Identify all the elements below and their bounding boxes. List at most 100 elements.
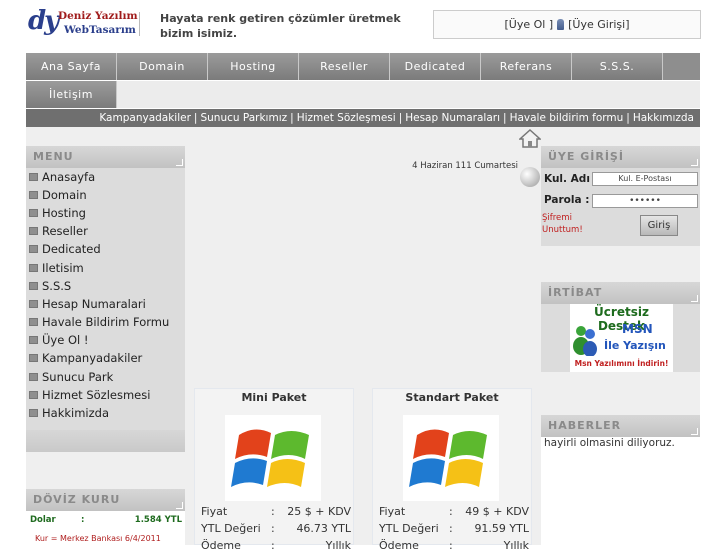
ytl-value: 46.73 YTL [296, 522, 351, 535]
sublink-hesap[interactable]: Hesap Numaraları [405, 112, 500, 124]
ytl-key: YTL Değeri [379, 522, 439, 535]
login-button[interactable]: Giriş [640, 215, 678, 236]
menu-item-dedicated[interactable]: Dedicated [29, 242, 101, 256]
nav-reseller[interactable]: Reseller [299, 53, 390, 80]
payment-colon: : [271, 539, 275, 552]
side-menu: Anasayfa Domain Hosting Reseller Dedicat… [26, 168, 185, 430]
sublink-separator: | [290, 112, 294, 124]
menu-item-label: Hesap Numaralari [42, 297, 146, 311]
price-key: Fiyat [379, 505, 406, 518]
payment-value: Yıllık [503, 539, 529, 552]
nav-domain[interactable]: Domain [117, 53, 208, 80]
sublink-kampanya[interactable]: Kampanyadakiler [99, 112, 191, 124]
price-value: 25 $ + KDV [287, 505, 351, 518]
menu-item-label: Hakkimizda [42, 406, 109, 420]
menu-item-label: Sunucu Park [42, 370, 114, 384]
slogan: Hayata renk getiren çözümler üretmek biz… [160, 12, 401, 40]
home-icon[interactable] [519, 128, 541, 148]
bullet-icon [29, 336, 38, 344]
menu-item-hakkimizda[interactable]: Hakkimizda [29, 406, 109, 420]
doviz-note: Kur = Merkez Bankası 6/4/2011 [35, 534, 161, 543]
menu-item-anasayfa[interactable]: Anasayfa [29, 170, 95, 184]
password-input[interactable]: •••••• [592, 194, 698, 208]
bullet-icon [29, 173, 38, 181]
ytl-value: 91.59 YTL [474, 522, 529, 535]
msn-line3: İle Yazışın [604, 339, 666, 352]
login-title: ÜYE GİRİŞİ [541, 146, 700, 168]
bullet-icon [29, 391, 38, 399]
menu-item-label: Hizmet Sözlesmesi [42, 388, 151, 402]
payment-key: Ödeme [379, 539, 419, 552]
register-link[interactable]: [Üye Ol ] [505, 18, 554, 31]
sublink-separator: | [398, 112, 403, 124]
menu-item-sss[interactable]: S.S.S [29, 279, 71, 293]
doviz-label: Dolar [30, 515, 56, 525]
menu-item-kampanya[interactable]: Kampanyadakiler [29, 351, 142, 365]
menu-item-reseller[interactable]: Reseller [29, 224, 88, 238]
doviz-colon: : [81, 515, 85, 525]
nav-referans[interactable]: Referans [481, 53, 572, 80]
nav-iletisim[interactable]: İletişim [26, 81, 117, 108]
doviz-title: DÖVİZ KURU [26, 489, 185, 511]
payment-colon: : [449, 539, 453, 552]
windows-logo-icon [225, 415, 321, 501]
sublink-havale[interactable]: Havale bildirim formu [510, 112, 624, 124]
price-value: 49 $ + KDV [465, 505, 529, 518]
doviz-box: Dolar : 1.584 YTL Kur = Merkez Bankası 6… [26, 511, 185, 545]
nav-sss[interactable]: S.S.S. [572, 53, 663, 80]
menu-item-havale[interactable]: Havale Bildirim Formu [29, 315, 169, 329]
bullet-icon [29, 300, 38, 308]
news-title: HABERLER [541, 415, 700, 437]
msn-line2: MSN [622, 322, 653, 336]
sublink-hizmet[interactable]: Hizmet Sözleşmesi [297, 112, 396, 124]
user-icon [557, 19, 565, 30]
bullet-icon [29, 318, 38, 326]
news-panel: hayirli olmasini diliyoruz. [541, 437, 700, 545]
logo[interactable]: dy Deniz Yazılım WebTasarım [26, 6, 156, 40]
doviz-value: 1.584 YTL [134, 515, 182, 525]
menu-item-hosting[interactable]: Hosting [29, 206, 86, 220]
menu-item-hizmet[interactable]: Hizmet Sözlesmesi [29, 388, 150, 402]
bullet-icon [29, 227, 38, 235]
logo-mark: dy [28, 6, 59, 36]
payment-value: Yıllık [325, 539, 351, 552]
logo-line1: Deniz Yazılım [58, 10, 138, 22]
msn-banner[interactable]: Ücretsiz Destek MSN İle Yazışın Msn Yazı… [541, 304, 700, 372]
news-text: hayirli olmasini diliyoruz. [544, 437, 675, 449]
date-text: 4 Haziran 111 Cumartesi [412, 161, 518, 171]
package-title: Standart Paket [405, 391, 499, 404]
nav-dedicated[interactable]: Dedicated [390, 53, 481, 80]
ytl-colon: : [271, 522, 275, 535]
sublink-hakkimizda[interactable]: Hakkımızda [633, 112, 694, 124]
menu-item-iletisim[interactable]: Iletisim [29, 261, 84, 275]
forgot-password-link[interactable]: Şifremi Unuttum! [542, 212, 587, 236]
bullet-icon [29, 373, 38, 381]
menu-item-label: Anasayfa [42, 170, 96, 184]
password-label: Parola : [544, 194, 590, 206]
sublink-separator: | [626, 112, 630, 124]
msn-download: Msn Yazılımını İndirin! [574, 359, 669, 368]
menu-item-label: Kampanyadakiler [42, 351, 143, 365]
header-divider [139, 12, 140, 36]
sublink-sunucu[interactable]: Sunucu Parkımız [200, 112, 287, 124]
bullet-icon [29, 191, 38, 199]
irtibat-title: İRTİBAT [541, 282, 700, 304]
package-card-mini: Mini Paket Fiyat:25 $ + KDV YTL Değeri:4… [194, 388, 354, 552]
menu-item-hesap[interactable]: Hesap Numaralari [29, 297, 146, 311]
menu-item-uye-ol[interactable]: Üye Ol ! [29, 333, 88, 347]
nav-hosting[interactable]: Hosting [208, 53, 299, 80]
login-link[interactable]: [Üye Girişi] [568, 18, 629, 31]
sub-links-bar: Kampanyadakiler | Sunucu Parkımız | Hizmet S… [26, 109, 700, 127]
bullet-icon [29, 209, 38, 217]
clock-icon [520, 167, 540, 187]
menu-item-sunucu[interactable]: Sunucu Park [29, 370, 113, 384]
price-key: Fiyat [201, 505, 228, 518]
username-input[interactable]: Kul. E-Postası [592, 172, 698, 186]
main-nav: Ana Sayfa Domain Hosting Reseller Dedica… [26, 53, 700, 80]
menu-item-domain[interactable]: Domain [29, 188, 87, 202]
nav-ana-sayfa[interactable]: Ana Sayfa [26, 53, 117, 80]
menu-item-label: Hosting [42, 206, 86, 220]
bullet-icon [29, 264, 38, 272]
menu-item-label: Iletisim [42, 261, 84, 275]
package-card-standart: Standart Paket Fiyat: 49 $ + KDV YTL Değe… [372, 388, 532, 552]
